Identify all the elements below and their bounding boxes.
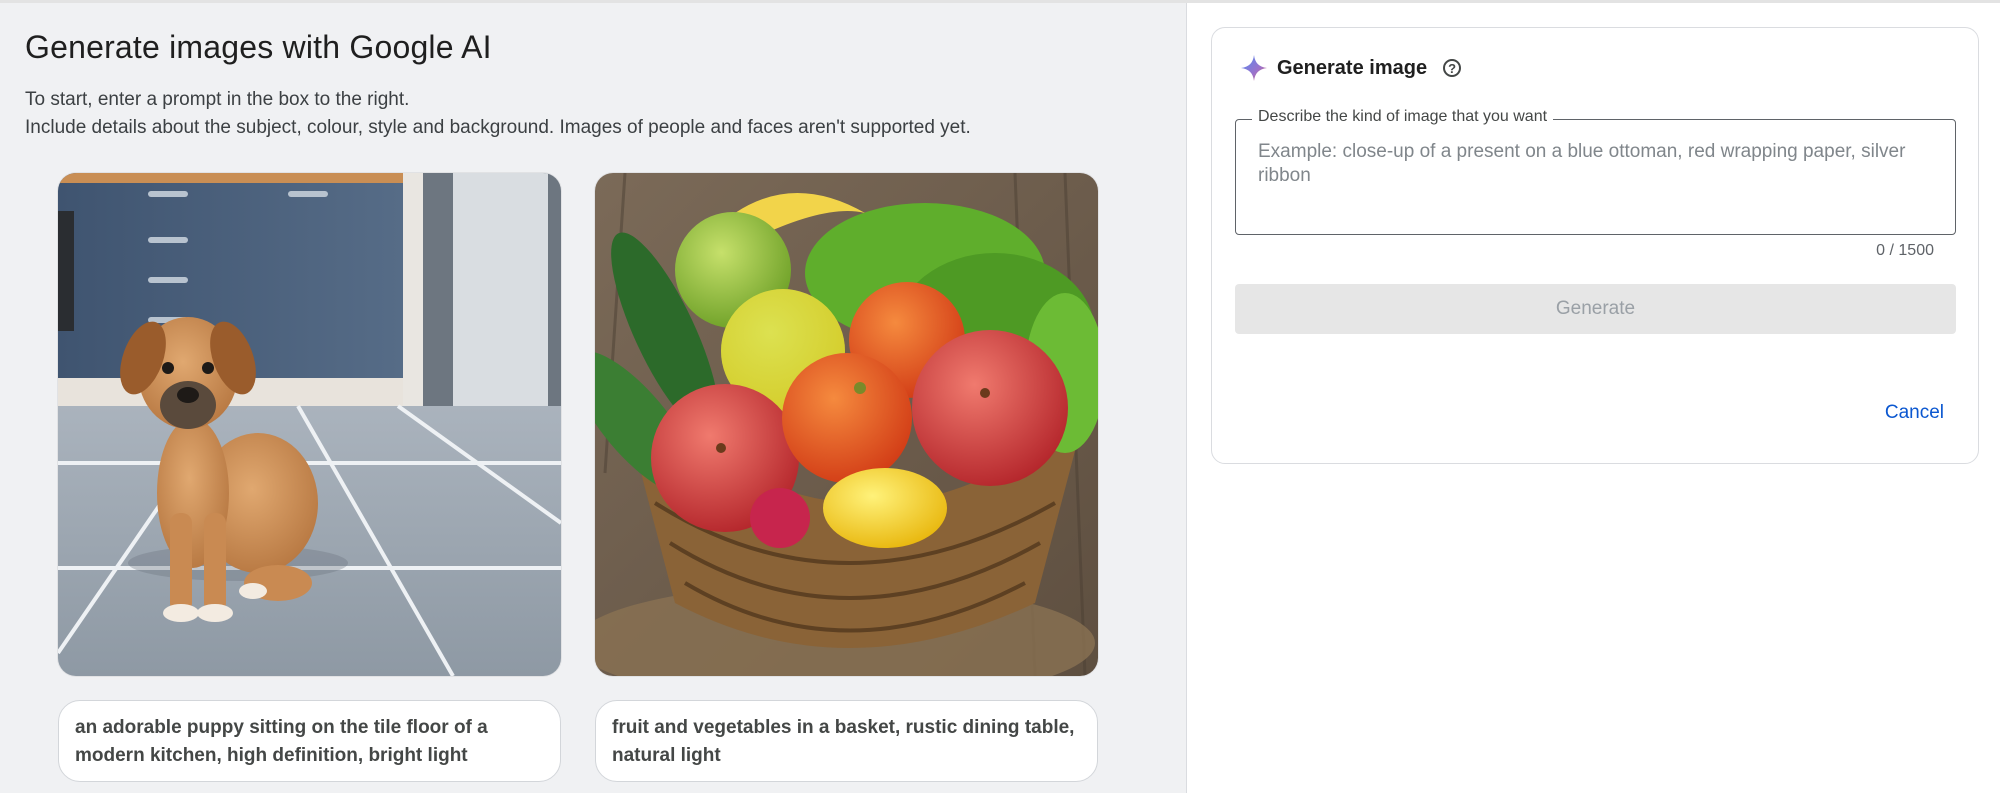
panel-header: Generate image ?: [1239, 53, 1462, 83]
sparkle-icon: [1241, 55, 1267, 81]
examples-pane: Generate images with Google AI To start,…: [0, 3, 1187, 793]
page-title: Generate images with Google AI: [25, 29, 492, 65]
help-circle-icon[interactable]: ?: [1443, 59, 1462, 77]
panel-title: Generate image: [1277, 56, 1428, 79]
character-counter: 0 / 1500: [1876, 242, 1934, 259]
intro-line-1: To start, enter a prompt in the box to t…: [25, 89, 410, 110]
example-card-fruit[interactable]: fruit and vegetables in a basket, rustic…: [595, 173, 1098, 782]
example-caption[interactable]: an adorable puppy sitting on the tile fl…: [58, 700, 561, 782]
intro-text: To start, enter a prompt in the box to t…: [25, 86, 971, 142]
cancel-button[interactable]: Cancel: [1885, 402, 1944, 424]
prompt-field-label: Describe the kind of image that you want: [1252, 108, 1554, 126]
puppy-photo: [58, 173, 561, 676]
prompt-input[interactable]: [1258, 140, 1928, 224]
generate-button[interactable]: Generate: [1235, 284, 1956, 334]
intro-line-2: Include details about the subject, colou…: [25, 117, 971, 138]
prompt-field[interactable]: Describe the kind of image that you want: [1235, 108, 1956, 235]
example-caption[interactable]: fruit and vegetables in a basket, rustic…: [595, 700, 1098, 782]
generate-image-panel: Generate image ? Describe the kind of im…: [1211, 27, 1979, 464]
example-card-puppy[interactable]: an adorable puppy sitting on the tile fl…: [58, 173, 561, 782]
fruit-basket-photo: [595, 173, 1098, 676]
